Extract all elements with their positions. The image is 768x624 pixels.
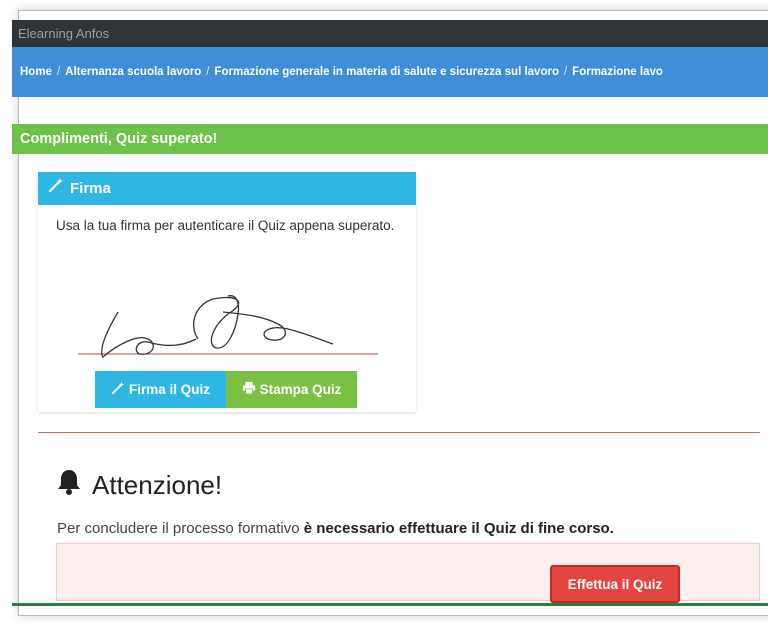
signature-canvas[interactable] [78, 284, 378, 364]
magic-wand-icon [48, 172, 64, 205]
attention-message: Per concludere il processo formativo è n… [57, 520, 614, 537]
bell-icon [56, 468, 82, 503]
sign-quiz-label: Firma il Quiz [128, 382, 210, 397]
breadcrumb-item-current: Formazione lavo [572, 66, 663, 78]
quiz-passed-banner: Complimenti, Quiz superato! [12, 124, 768, 154]
breadcrumb-separator: / [563, 66, 568, 78]
breadcrumb-item-alternanza[interactable]: Alternanza scuola lavoro [65, 66, 201, 78]
signature-description: Usa la tua firma per autenticare il Quiz… [56, 218, 395, 233]
signature-panel-title: Firma [70, 180, 111, 197]
breadcrumb: Home / Alternanza scuola lavoro / Formazione… [12, 47, 768, 97]
print-quiz-label: Stampa Quiz [259, 382, 342, 397]
breadcrumb-separator: / [56, 66, 61, 78]
signature-panel-header: Firma [38, 172, 416, 205]
magic-wand-icon [111, 381, 125, 398]
breadcrumb-item-formazione-generale[interactable]: Formazione generale in materia di salute… [214, 66, 558, 78]
breadcrumb-separator: / [206, 66, 210, 78]
app-title-bar: Elearning Anfos [12, 20, 768, 47]
quiz-passed-message: Complimenti, Quiz superato! [20, 131, 218, 147]
section-divider [38, 432, 760, 433]
printer-icon [242, 381, 256, 398]
attention-heading: Attenzione! [56, 468, 222, 503]
sign-quiz-button[interactable]: Firma il Quiz [95, 371, 226, 408]
attention-message-text: Per concludere il processo formativo [57, 520, 304, 537]
attention-title: Attenzione! [92, 470, 223, 500]
app-title: Elearning Anfos [18, 26, 110, 41]
breadcrumb-item-home[interactable]: Home [20, 66, 52, 78]
attention-message-emphasis: è necessario effettuare il Quiz di fine … [303, 520, 614, 537]
print-quiz-button[interactable]: Stampa Quiz [226, 371, 357, 408]
signature-panel: Firma Usa la tua firma per autenticare i… [38, 172, 416, 412]
signature-actions: Firma il Quiz Stampa Quiz [95, 371, 357, 408]
footer-rule [12, 603, 768, 606]
take-quiz-button[interactable]: Effettua il Quiz [550, 565, 680, 603]
